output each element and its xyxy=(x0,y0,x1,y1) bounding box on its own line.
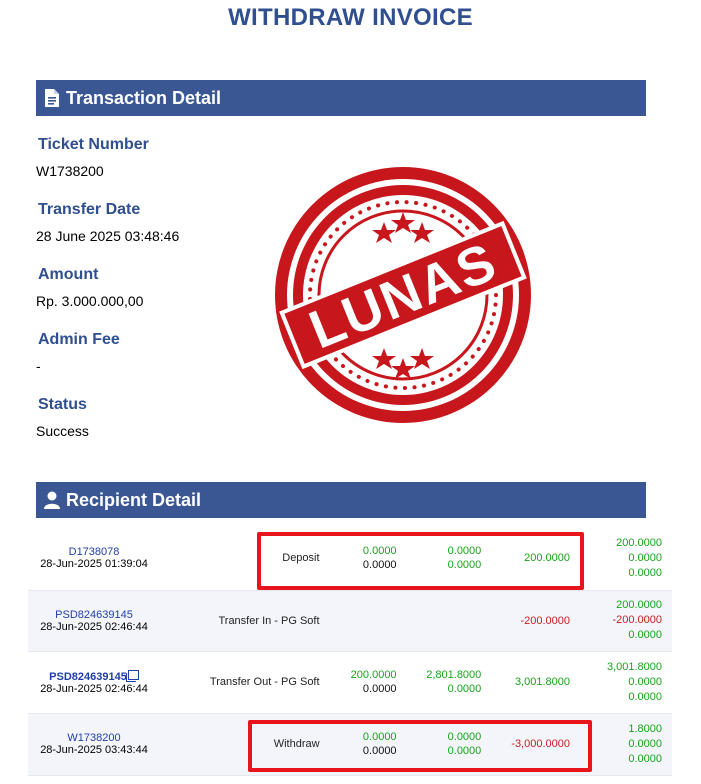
balance-cell: 1.8000 xyxy=(628,722,662,735)
transaction-date: 28-Jun-2025 03:43:44 xyxy=(40,744,148,756)
balance-cell: 0.0000 xyxy=(628,629,662,641)
document-icon xyxy=(42,87,62,109)
transfer-date-label: Transfer Date xyxy=(38,201,141,218)
balance-cell: 0.0000 xyxy=(628,752,662,765)
value-cell: 0.0000 xyxy=(447,683,482,695)
balance-cell: 200.0000 xyxy=(616,536,662,549)
transaction-date: 28-Jun-2025 01:39:04 xyxy=(40,558,148,571)
balance-cell: 0.0000 xyxy=(628,675,662,688)
copy-icon[interactable] xyxy=(125,669,139,682)
transaction-id-link[interactable]: W1738200 xyxy=(67,732,120,744)
value-cell: 0.0000 xyxy=(362,683,397,695)
table-row: PSD824639145 28-Jun-2025 02:46:44 Transf… xyxy=(28,590,672,651)
section-title: Transaction Detail xyxy=(66,87,222,108)
balance-cell: 0.0000 xyxy=(628,551,662,564)
amount-label: Amount xyxy=(38,266,99,283)
value-cell: 2,801.8000 xyxy=(426,669,482,681)
admin-fee-label: Admin Fee xyxy=(38,331,120,348)
transaction-type: Transfer In - PG Soft xyxy=(218,614,320,627)
balance-cell: 0.0000 xyxy=(628,690,662,703)
table-row: PSD824639145 28-Jun-2025 02:46:44 Transf… xyxy=(28,651,672,713)
amount-value: Rp. 3.000.000,00 xyxy=(36,293,144,309)
transaction-id-link[interactable]: PSD824639145 xyxy=(49,671,127,683)
balance-cell: -200.0000 xyxy=(612,614,662,626)
balance-cell: 200.0000 xyxy=(616,599,662,611)
highlight-box-withdraw xyxy=(248,720,592,772)
lunas-stamp: LUNAS xyxy=(275,167,531,423)
page-title: WITHDRAW INVOICE xyxy=(228,4,473,31)
recipient-detail-header: Recipient Detail xyxy=(36,482,646,518)
balance-cell: 3,001.8000 xyxy=(606,660,662,673)
ticket-number-label: Ticket Number xyxy=(38,136,149,153)
status-value: Success xyxy=(36,423,89,439)
transaction-id-link[interactable]: PSD824639145 xyxy=(55,609,133,621)
balance-cell: 0.0000 xyxy=(628,566,662,579)
admin-fee-value: - xyxy=(36,358,41,374)
value-cell: 3,001.8000 xyxy=(514,676,570,688)
balance-cell: 0.0000 xyxy=(628,737,662,750)
transfer-date-value: 28 June 2025 03:48:46 xyxy=(36,228,180,244)
transaction-type: Transfer Out - PG Soft xyxy=(209,676,320,688)
transaction-detail-header: Transaction Detail xyxy=(36,80,646,116)
value-cell: 200.0000 xyxy=(350,669,397,681)
value-cell: -200.0000 xyxy=(520,614,570,627)
section-title: Recipient Detail xyxy=(66,489,202,510)
transaction-date: 28-Jun-2025 02:46:44 xyxy=(40,620,148,633)
transaction-id-link[interactable]: D1738078 xyxy=(69,546,120,558)
ticket-number-value: W1738200 xyxy=(36,163,104,179)
transaction-date: 28-Jun-2025 02:46:44 xyxy=(40,682,148,695)
user-icon xyxy=(42,489,62,511)
status-label: Status xyxy=(38,396,87,413)
highlight-box-deposit xyxy=(257,532,584,590)
